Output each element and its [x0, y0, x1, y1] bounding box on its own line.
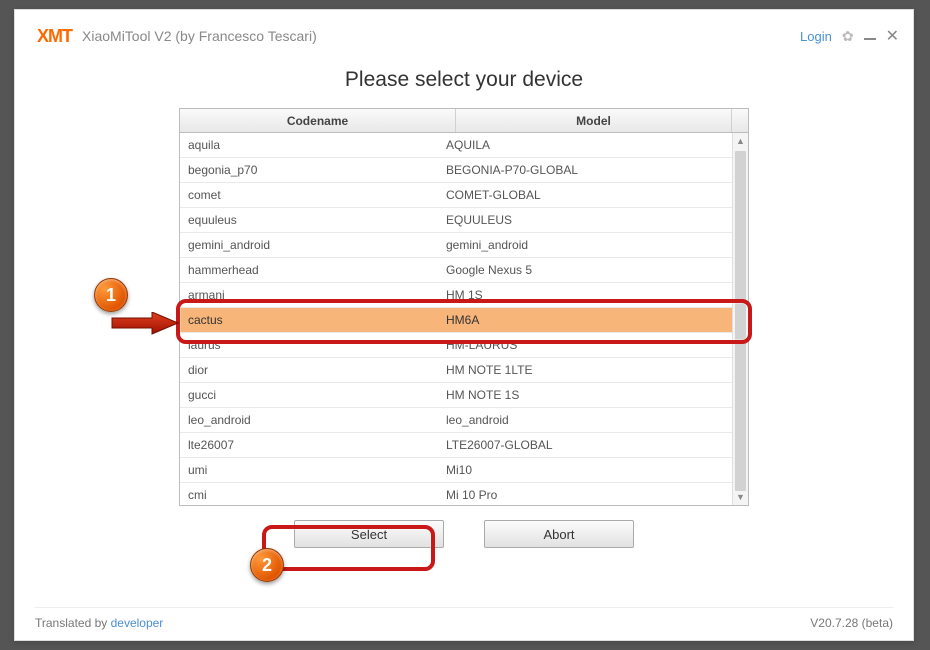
page-title: Please select your device [15, 68, 913, 92]
scroll-up-icon[interactable]: ▲ [733, 133, 748, 149]
logo-m: M [48, 26, 62, 46]
col-model[interactable]: Model [456, 109, 732, 132]
cell-model: HM NOTE 1S [442, 388, 748, 402]
col-scroll-spacer [732, 109, 748, 132]
cell-codename: leo_android [180, 413, 442, 427]
table-row[interactable]: cactusHM6A [180, 308, 748, 333]
cell-codename: begonia_p70 [180, 163, 442, 177]
cell-codename: gemini_android [180, 238, 442, 252]
cell-model: leo_android [442, 413, 748, 427]
scroll-thumb[interactable] [735, 151, 746, 491]
table-row[interactable]: begonia_p70BEGONIA-P70-GLOBAL [180, 158, 748, 183]
table-header: Codename Model [180, 109, 748, 133]
table-row[interactable]: lte26007LTE26007-GLOBAL [180, 433, 748, 458]
table-row[interactable]: laurusHM-LAURUS [180, 333, 748, 358]
minimize-button[interactable] [864, 38, 876, 40]
table-row[interactable]: diorHM NOTE 1LTE [180, 358, 748, 383]
table-row[interactable]: gemini_androidgemini_android [180, 233, 748, 258]
abort-button[interactable]: Abort [484, 520, 634, 548]
cell-model: gemini_android [442, 238, 748, 252]
translator-link[interactable]: developer [111, 616, 164, 630]
cell-model: LTE26007-GLOBAL [442, 438, 748, 452]
table-row[interactable]: cometCOMET-GLOBAL [180, 183, 748, 208]
footer: Translated by developer V20.7.28 (beta) [35, 607, 893, 630]
cell-codename: aquila [180, 138, 442, 152]
table-row[interactable]: cmiMi 10 Pro [180, 483, 748, 505]
cell-model: AQUILA [442, 138, 748, 152]
cell-codename: hammerhead [180, 263, 442, 277]
cell-codename: gucci [180, 388, 442, 402]
app-window: XMT XiaoMiTool V2 (by Francesco Tescari)… [14, 9, 914, 641]
cell-model: Mi10 [442, 463, 748, 477]
cell-codename: equuleus [180, 213, 442, 227]
table-body: aquilaAQUILAbegonia_p70BEGONIA-P70-GLOBA… [180, 133, 748, 505]
cell-model: Mi 10 Pro [442, 488, 748, 502]
cell-model: HM-LAURUS [442, 338, 748, 352]
table-row[interactable]: aquilaAQUILA [180, 133, 748, 158]
translated-prefix: Translated by [35, 616, 111, 630]
cell-codename: umi [180, 463, 442, 477]
select-button[interactable]: Select [294, 520, 444, 548]
cell-model: HM6A [442, 313, 748, 327]
table-row[interactable]: hammerheadGoogle Nexus 5 [180, 258, 748, 283]
table-row[interactable]: umiMi10 [180, 458, 748, 483]
table-row[interactable]: gucciHM NOTE 1S [180, 383, 748, 408]
cell-model: EQUULEUS [442, 213, 748, 227]
cell-model: HM NOTE 1LTE [442, 363, 748, 377]
cell-codename: armani [180, 288, 442, 302]
app-logo: XMT [37, 26, 72, 47]
cell-model: HM 1S [442, 288, 748, 302]
table-row[interactable]: equuleusEQUULEUS [180, 208, 748, 233]
translated-by-label: Translated by developer [35, 616, 163, 630]
cell-codename: comet [180, 188, 442, 202]
button-bar: Select Abort [15, 520, 913, 548]
cell-codename: laurus [180, 338, 442, 352]
scrollbar[interactable]: ▲ ▼ [732, 133, 748, 505]
cell-codename: dior [180, 363, 442, 377]
table-row[interactable]: leo_androidleo_android [180, 408, 748, 433]
login-link[interactable]: Login [800, 29, 832, 44]
version-label: V20.7.28 (beta) [810, 616, 893, 630]
cell-model: BEGONIA-P70-GLOBAL [442, 163, 748, 177]
titlebar: XMT XiaoMiTool V2 (by Francesco Tescari)… [15, 10, 913, 54]
gear-icon[interactable]: ✿ [842, 28, 854, 45]
logo-x: X [37, 26, 48, 46]
logo-t: T [62, 26, 72, 46]
cell-model: COMET-GLOBAL [442, 188, 748, 202]
cell-codename: cactus [180, 313, 442, 327]
cell-codename: cmi [180, 488, 442, 502]
close-button[interactable]: ✕ [886, 26, 899, 46]
device-table: Codename Model aquilaAQUILAbegonia_p70BE… [179, 108, 749, 506]
cell-model: Google Nexus 5 [442, 263, 748, 277]
cell-codename: lte26007 [180, 438, 442, 452]
col-codename[interactable]: Codename [180, 109, 456, 132]
table-row[interactable]: armaniHM 1S [180, 283, 748, 308]
scroll-down-icon[interactable]: ▼ [733, 489, 748, 505]
window-title: XiaoMiTool V2 (by Francesco Tescari) [82, 28, 317, 44]
